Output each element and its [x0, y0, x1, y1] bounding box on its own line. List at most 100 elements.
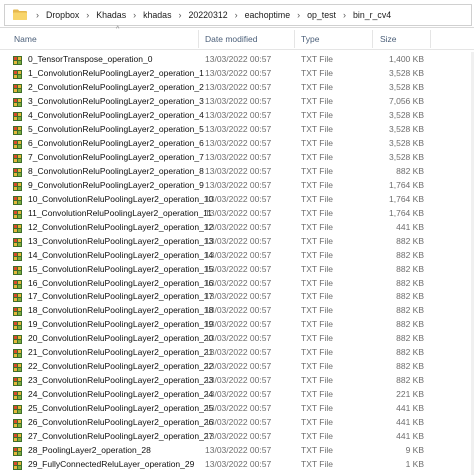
file-row[interactable]: 4_ConvolutionReluPoolingLayer2_operation…	[0, 108, 474, 122]
file-date: 13/03/2022 00:57	[205, 389, 272, 400]
file-row[interactable]: 26_ConvolutionReluPoolingLayer2_operatio…	[0, 415, 474, 429]
file-row[interactable]: 15_ConvolutionReluPoolingLayer2_operatio…	[0, 262, 474, 276]
file-size: 3,528 KB	[389, 151, 424, 162]
txt-file-icon	[13, 390, 22, 401]
file-row[interactable]: 7_ConvolutionReluPoolingLayer2_operation…	[0, 150, 474, 164]
file-name: 13_ConvolutionReluPoolingLayer2_operatio…	[28, 235, 214, 246]
column-header: ^ Name Date modified Type Size	[0, 26, 474, 50]
file-row[interactable]: 27_ConvolutionReluPoolingLayer2_operatio…	[0, 429, 474, 443]
breadcrumb-separator-icon[interactable]: ›	[29, 10, 46, 20]
file-size: 1 KB	[405, 459, 424, 470]
file-row[interactable]: 17_ConvolutionReluPoolingLayer2_operatio…	[0, 289, 474, 303]
column-size[interactable]: Size	[380, 34, 397, 44]
file-row[interactable]: 6_ConvolutionReluPoolingLayer2_operation…	[0, 136, 474, 150]
address-box[interactable]: › Dropbox › Khadas › khadas › 20220312 › eachopti…	[4, 4, 472, 26]
file-row[interactable]: 19_ConvolutionReluPoolingLayer2_operatio…	[0, 317, 474, 331]
breadcrumb-item[interactable]: 20220312	[188, 10, 227, 20]
file-type: TXT File	[301, 221, 333, 232]
file-name: 26_ConvolutionReluPoolingLayer2_operatio…	[28, 417, 214, 428]
file-row[interactable]: 12_ConvolutionReluPoolingLayer2_operatio…	[0, 220, 474, 234]
file-type: TXT File	[301, 81, 333, 92]
txt-file-icon	[13, 69, 22, 79]
file-date: 13/03/2022 00:57	[205, 67, 272, 78]
txt-file-icon	[13, 292, 22, 303]
address-bar: › Dropbox › Khadas › khadas › 20220312 › eachopti…	[0, 0, 474, 28]
file-row[interactable]: 1_ConvolutionReluPoolingLayer2_operation…	[0, 66, 474, 80]
file-type: TXT File	[301, 333, 333, 344]
txt-file-icon	[13, 251, 22, 261]
txt-file-icon	[13, 139, 22, 149]
file-name: 4_ConvolutionReluPoolingLayer2_operation…	[28, 109, 204, 120]
breadcrumb-item[interactable]: Khadas	[96, 10, 126, 20]
file-size: 9 KB	[405, 445, 424, 456]
file-type: TXT File	[301, 137, 333, 148]
file-name: 10_ConvolutionReluPoolingLayer2_operatio…	[28, 193, 214, 204]
file-row[interactable]: 21_ConvolutionReluPoolingLayer2_operatio…	[0, 345, 474, 359]
breadcrumb-separator-icon[interactable]: ›	[336, 10, 353, 20]
breadcrumb-separator-icon[interactable]: ›	[79, 10, 96, 20]
file-name: 2_ConvolutionReluPoolingLayer2_operation…	[28, 81, 204, 92]
file-row[interactable]: 18_ConvolutionReluPoolingLayer2_operatio…	[0, 303, 474, 317]
file-name: 6_ConvolutionReluPoolingLayer2_operation…	[28, 137, 204, 148]
file-row[interactable]: 14_ConvolutionReluPoolingLayer2_operatio…	[0, 248, 474, 262]
txt-file-icon	[13, 125, 22, 135]
file-type: TXT File	[301, 431, 333, 442]
file-row[interactable]: 22_ConvolutionReluPoolingLayer2_operatio…	[0, 359, 474, 373]
file-date: 13/03/2022 00:57	[205, 263, 272, 274]
txt-file-icon	[13, 83, 22, 93]
file-type: TXT File	[301, 389, 333, 400]
file-type: TXT File	[301, 277, 333, 288]
file-row[interactable]: 0_TensorTranspose_operation_0 13/03/2022 …	[0, 52, 474, 66]
file-row[interactable]: 2_ConvolutionReluPoolingLayer2_operation…	[0, 80, 474, 94]
txt-file-icon	[13, 265, 22, 275]
breadcrumb-separator-icon[interactable]: ›	[171, 10, 188, 20]
breadcrumb-item[interactable]: op_test	[307, 10, 336, 20]
file-row[interactable]: 3_ConvolutionReluPoolingLayer2_operation…	[0, 94, 474, 108]
file-type: TXT File	[301, 123, 333, 134]
file-row[interactable]: 25_ConvolutionReluPoolingLayer2_operatio…	[0, 401, 474, 415]
txt-file-icon	[13, 209, 22, 219]
file-row[interactable]: 24_ConvolutionReluPoolingLayer2_operatio…	[0, 387, 474, 401]
file-date: 13/03/2022 00:57	[205, 375, 272, 386]
txt-file-icon	[13, 432, 22, 443]
file-row[interactable]: 8_ConvolutionReluPoolingLayer2_operation…	[0, 164, 474, 178]
file-row[interactable]: 10_ConvolutionReluPoolingLayer2_operatio…	[0, 192, 474, 206]
file-name: 27_ConvolutionReluPoolingLayer2_operatio…	[28, 431, 214, 442]
breadcrumb-item[interactable]: eachoptime	[245, 10, 290, 20]
file-name: 25_ConvolutionReluPoolingLayer2_operatio…	[28, 403, 214, 414]
txt-file-icon	[13, 348, 22, 359]
file-row[interactable]: 5_ConvolutionReluPoolingLayer2_operation…	[0, 122, 474, 136]
file-type: TXT File	[301, 179, 333, 190]
breadcrumb-item[interactable]: khadas	[143, 10, 171, 20]
file-row[interactable]: 11_ConvolutionReluPoolingLayer2_operatio…	[0, 206, 474, 220]
breadcrumb-separator-icon[interactable]: ›	[290, 10, 307, 20]
file-date: 13/03/2022 00:57	[205, 361, 272, 372]
file-size: 882 KB	[396, 333, 424, 344]
file-size: 441 KB	[396, 417, 424, 428]
txt-file-icon	[13, 97, 22, 107]
column-date-modified[interactable]: Date modified	[205, 34, 257, 44]
column-name[interactable]: Name	[14, 34, 37, 44]
file-date: 13/03/2022 00:57	[205, 123, 272, 134]
file-row[interactable]: 28_PoolingLayer2_operation_28 13/03/2022 …	[0, 443, 474, 457]
breadcrumb-item[interactable]: Dropbox	[46, 10, 79, 20]
file-row[interactable]: 9_ConvolutionReluPoolingLayer2_operation…	[0, 178, 474, 192]
file-type: TXT File	[301, 445, 333, 456]
file-type: TXT File	[301, 347, 333, 358]
file-row[interactable]: 13_ConvolutionReluPoolingLayer2_operatio…	[0, 234, 474, 248]
file-size: 882 KB	[396, 277, 424, 288]
file-name: 14_ConvolutionReluPoolingLayer2_operatio…	[28, 249, 214, 260]
file-size: 882 KB	[396, 319, 424, 330]
file-row[interactable]: 20_ConvolutionReluPoolingLayer2_operatio…	[0, 331, 474, 345]
breadcrumb-separator-icon[interactable]: ›	[228, 10, 245, 20]
file-type: TXT File	[301, 193, 333, 204]
folder-icon	[13, 9, 27, 22]
file-row[interactable]: 23_ConvolutionReluPoolingLayer2_operatio…	[0, 373, 474, 387]
file-row[interactable]: 16_ConvolutionReluPoolingLayer2_operatio…	[0, 276, 474, 290]
breadcrumb-separator-icon[interactable]: ›	[126, 10, 143, 20]
file-type: TXT File	[301, 207, 333, 218]
breadcrumb-item[interactable]: bin_r_cv4	[353, 10, 391, 20]
file-row[interactable]: 29_FullyConnectedReluLayer_operation_29 1…	[0, 457, 474, 471]
file-type: TXT File	[301, 417, 333, 428]
column-type[interactable]: Type	[301, 34, 319, 44]
